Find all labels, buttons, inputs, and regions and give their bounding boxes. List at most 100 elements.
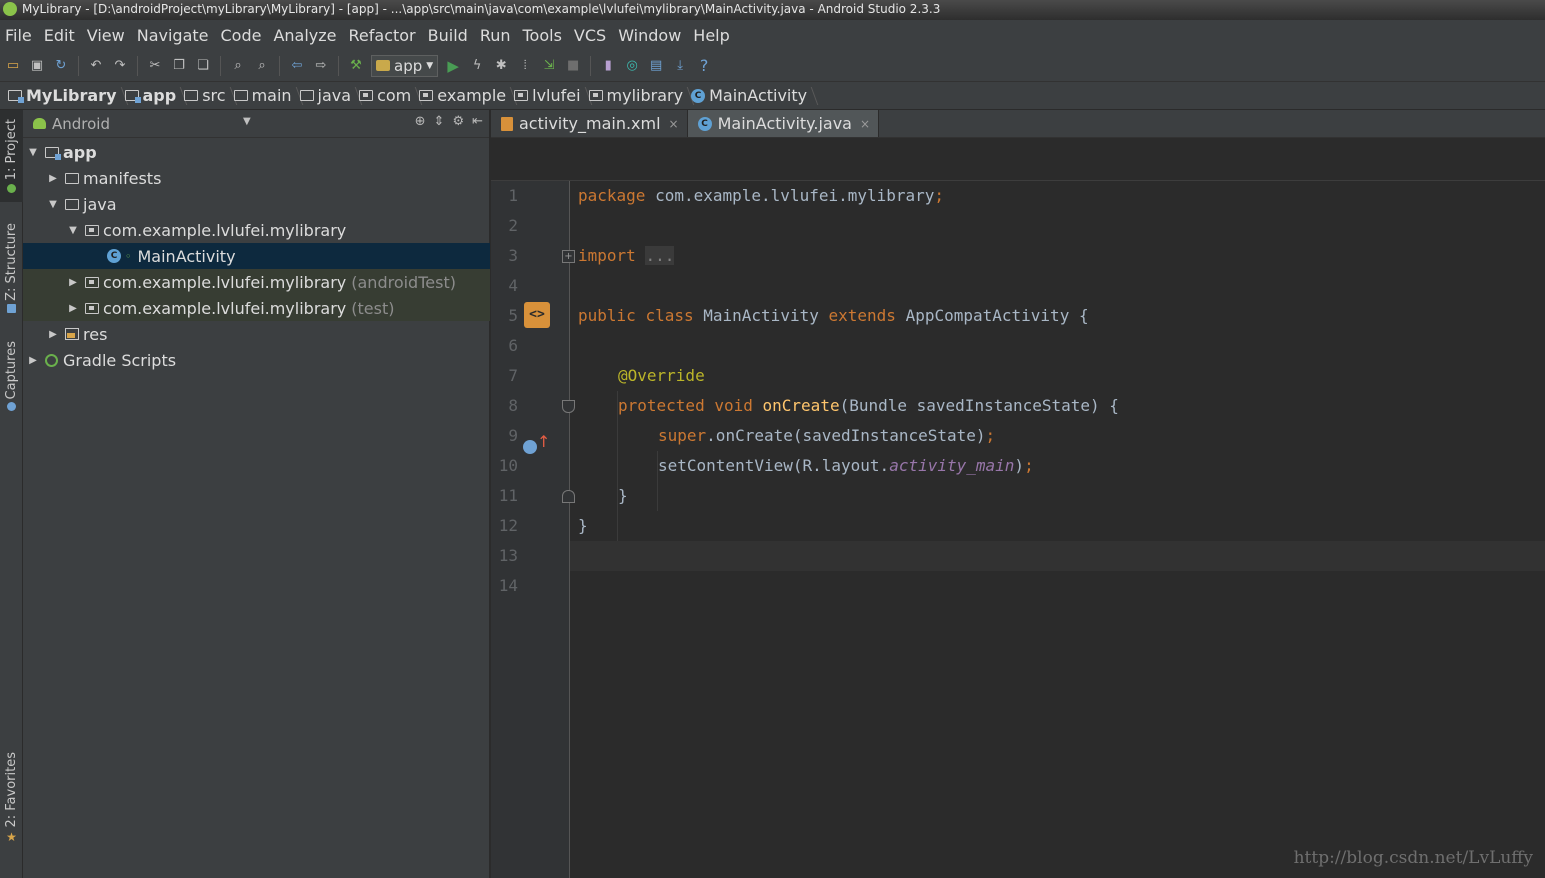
apply-changes-icon[interactable]: ϟ <box>468 57 486 75</box>
tab-activity-main-xml[interactable]: activity_main.xml × <box>491 110 688 137</box>
toolbar-separator <box>279 55 280 76</box>
hide-panel-icon[interactable]: ⇤ <box>472 114 483 129</box>
tree-item-manifests[interactable]: ▶ manifests <box>23 165 490 191</box>
package-icon <box>85 302 99 314</box>
toolbar-separator <box>338 55 339 76</box>
replace-icon[interactable]: ⌕ <box>253 57 271 75</box>
watermark: http://blog.csdn.net/LvLuffy <box>1293 848 1533 868</box>
menu-refactor[interactable]: Refactor <box>348 26 423 45</box>
attach-debugger-icon[interactable]: ⇲ <box>540 57 558 75</box>
project-panel: Android ▼ ⊕ ⇕ ⚙ ⇤ ▼ app ▶ manifests ▼ ja… <box>23 110 490 878</box>
code-editor[interactable]: 1 2 3 4 5 6 7 8 9 10 11 12 13 14 <> ↑ + … <box>491 138 1545 878</box>
menu-help[interactable]: Help <box>692 26 736 45</box>
layout-file-icon[interactable]: <> <box>524 302 550 328</box>
folded-imports[interactable]: ... <box>645 246 675 265</box>
help-icon[interactable]: ? <box>695 56 713 75</box>
folder-icon <box>65 198 79 210</box>
debug-icon[interactable]: ✱ <box>492 57 510 75</box>
project-icon <box>7 183 16 193</box>
run-config-label: app <box>394 56 423 75</box>
breadcrumb-item-src[interactable]: src <box>182 86 231 105</box>
menu-navigate[interactable]: Navigate <box>136 26 216 45</box>
forward-icon[interactable]: ⇨ <box>312 57 330 75</box>
cut-icon[interactable]: ✂ <box>146 57 164 75</box>
expanded-arrow-icon[interactable]: ▼ <box>47 199 59 210</box>
tree-item-app[interactable]: ▼ app <box>23 139 490 165</box>
find-icon[interactable]: ⌕ <box>229 57 247 75</box>
sdk-manager-icon[interactable]: ⤓ <box>671 57 689 75</box>
tool-tab-captures[interactable]: Captures <box>0 334 23 418</box>
menu-analyze[interactable]: Analyze <box>272 26 343 45</box>
android-activity-icon: ◦ <box>125 249 132 263</box>
tab-mainactivity-java[interactable]: C MainActivity.java × <box>687 110 880 137</box>
tool-tab-project[interactable]: 1: Project <box>0 110 23 202</box>
breadcrumb-item-mylibrary[interactable]: MyLibrary <box>6 86 123 105</box>
tree-item-java[interactable]: ▼ java <box>23 191 490 217</box>
resource-folder-icon <box>65 328 79 340</box>
tool-tab-favorites[interactable]: 2: Favorites ★ <box>0 748 23 848</box>
expanded-arrow-icon[interactable]: ▼ <box>67 225 79 236</box>
menu-edit[interactable]: Edit <box>43 26 82 45</box>
line-number: 5 <box>508 306 518 325</box>
tree-item-package-androidtest[interactable]: ▶ com.example.lvlufei.mylibrary (android… <box>23 269 490 295</box>
collapsed-arrow-icon[interactable]: ▶ <box>47 173 59 184</box>
code-line-3: import ... <box>578 246 675 265</box>
save-icon[interactable]: ▣ <box>28 57 46 75</box>
undo-icon[interactable]: ↶ <box>87 57 105 75</box>
project-structure-icon[interactable]: ▤ <box>647 57 665 75</box>
copy-icon[interactable]: ❐ <box>170 57 188 75</box>
collapsed-arrow-icon[interactable]: ▶ <box>67 303 79 314</box>
collapsed-arrow-icon[interactable]: ▶ <box>47 329 59 340</box>
collapse-all-icon[interactable]: ⇕ <box>434 114 445 129</box>
close-icon[interactable]: × <box>669 117 679 131</box>
breadcrumb-item-example[interactable]: example <box>417 86 512 105</box>
line-number: 3 <box>508 246 518 265</box>
menu-tools[interactable]: Tools <box>522 26 569 45</box>
sync-icon[interactable]: ↻ <box>52 57 70 75</box>
override-method-icon[interactable] <box>523 440 537 454</box>
breadcrumb-item-java[interactable]: java <box>298 86 358 105</box>
scroll-from-source-icon[interactable]: ⊕ <box>415 114 426 129</box>
avd-manager-icon[interactable]: ▮ <box>599 57 617 75</box>
make-project-icon[interactable]: ⚒ <box>347 57 365 75</box>
menu-build[interactable]: Build <box>427 26 475 45</box>
chevron-down-icon[interactable]: ▼ <box>243 116 251 127</box>
collapsed-arrow-icon[interactable]: ▶ <box>27 355 39 366</box>
tree-item-package-test[interactable]: ▶ com.example.lvlufei.mylibrary (test) <box>23 295 490 321</box>
tree-item-gradle-scripts[interactable]: ▶ Gradle Scripts <box>23 347 490 373</box>
tree-item-mainactivity[interactable]: C ◦ MainActivity <box>23 243 490 269</box>
profile-icon[interactable]: ⦙ <box>516 57 534 75</box>
menu-view[interactable]: View <box>86 26 132 45</box>
gear-icon[interactable]: ⚙ <box>452 114 464 129</box>
back-icon[interactable]: ⇦ <box>288 57 306 75</box>
menu-vcs[interactable]: VCS <box>573 26 613 45</box>
close-icon[interactable]: × <box>860 117 870 131</box>
menu-file[interactable]: File <box>4 26 39 45</box>
breadcrumb-item-lvlufei[interactable]: lvlufei <box>512 86 586 105</box>
breadcrumb-item-mylibrary-pkg[interactable]: mylibrary <box>587 86 690 105</box>
stop-icon[interactable]: ■ <box>564 57 582 75</box>
run-icon[interactable]: ▶ <box>444 57 462 75</box>
gradle-sync-icon[interactable]: ◎ <box>623 57 641 75</box>
module-folder-icon <box>45 146 61 160</box>
collapsed-arrow-icon[interactable]: ▶ <box>67 277 79 288</box>
redo-icon[interactable]: ↷ <box>111 57 129 75</box>
menu-run[interactable]: Run <box>479 26 518 45</box>
tree-item-package-main[interactable]: ▼ com.example.lvlufei.mylibrary <box>23 217 490 243</box>
tool-tab-structure[interactable]: Z: Structure <box>0 218 23 318</box>
code-area[interactable]: package com.example.lvlufei.mylibrary; i… <box>570 181 1545 878</box>
open-folder-icon[interactable]: ▭ <box>4 57 22 75</box>
breadcrumb-item-mainactivity[interactable]: C MainActivity <box>689 86 813 105</box>
breadcrumb-item-app[interactable]: app <box>123 86 183 105</box>
breadcrumb-item-main[interactable]: main <box>232 86 298 105</box>
line-number: 12 <box>498 516 518 535</box>
tree-item-res[interactable]: ▶ res <box>23 321 490 347</box>
paste-icon[interactable]: ❏ <box>194 57 212 75</box>
expanded-arrow-icon[interactable]: ▼ <box>27 147 39 158</box>
breadcrumb-item-com[interactable]: com <box>357 86 417 105</box>
view-mode-select[interactable]: Android <box>52 115 110 133</box>
menu-window[interactable]: Window <box>617 26 688 45</box>
line-number: 6 <box>508 336 518 355</box>
menu-code[interactable]: Code <box>220 26 269 45</box>
run-config-select[interactable]: app ▼ <box>371 54 439 77</box>
